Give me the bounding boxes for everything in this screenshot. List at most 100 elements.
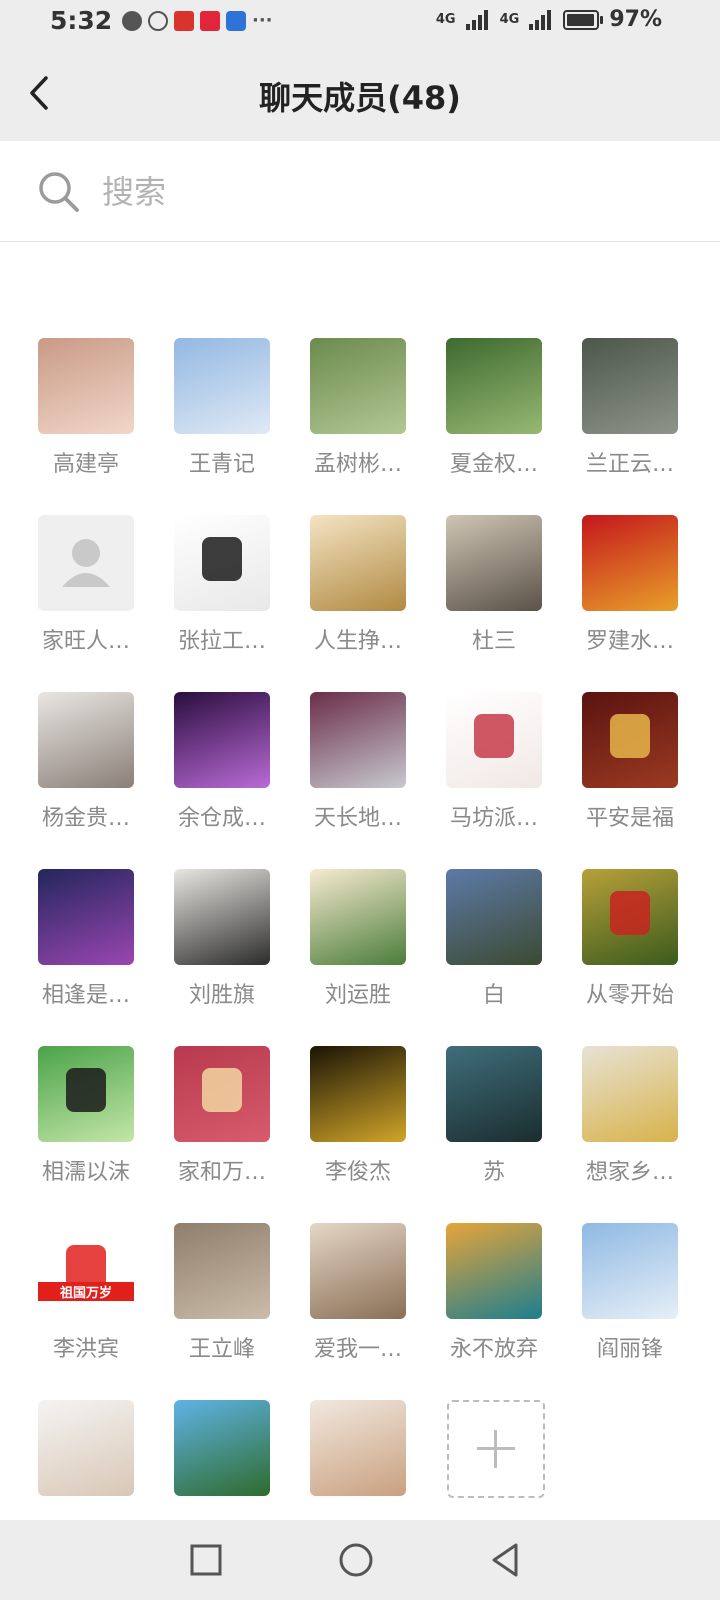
member-item[interactable] xyxy=(18,1400,154,1496)
member-avatar[interactable] xyxy=(582,1046,678,1142)
member-avatar[interactable] xyxy=(38,1400,134,1496)
member-avatar[interactable] xyxy=(582,338,678,434)
member-name: 苏 xyxy=(482,1160,505,1185)
member-item[interactable]: 人生挣… xyxy=(290,515,426,655)
member-avatar[interactable] xyxy=(38,869,134,965)
member-avatar[interactable] xyxy=(174,515,270,611)
member-item[interactable]: 孟树彬… xyxy=(290,338,426,478)
member-item[interactable]: 杨金贵… xyxy=(18,692,154,832)
member-item[interactable]: 爱我一… xyxy=(290,1223,426,1363)
avatar-decoration xyxy=(474,714,514,758)
battery-percent: 97% xyxy=(609,7,662,32)
member-avatar[interactable] xyxy=(446,692,542,788)
member-item[interactable]: 王青记 xyxy=(154,338,290,478)
member-name: 杨金贵… xyxy=(41,806,130,831)
member-item[interactable]: 高建亭 xyxy=(18,338,154,478)
member-item[interactable]: 家和万… xyxy=(154,1046,290,1186)
member-item[interactable]: 刘胜旗 xyxy=(154,869,290,1009)
member-item[interactable]: 相濡以沫 xyxy=(18,1046,154,1186)
chat-notification-icon xyxy=(122,10,142,31)
avatar-caption: 祖国万岁 xyxy=(38,1282,134,1301)
member-name: 马坊派… xyxy=(449,806,538,831)
member-item[interactable]: 从零开始 xyxy=(562,869,698,1009)
member-avatar[interactable] xyxy=(310,1046,406,1142)
member-name: 杜三 xyxy=(471,629,516,654)
square-icon xyxy=(190,1544,222,1576)
member-avatar[interactable] xyxy=(582,1223,678,1319)
member-item[interactable]: 余仓成… xyxy=(154,692,290,832)
member-avatar[interactable] xyxy=(310,869,406,965)
member-item[interactable]: 永不放弃 xyxy=(426,1223,562,1363)
member-name: 兰正云… xyxy=(585,452,674,477)
member-name: 王立峰 xyxy=(188,1337,255,1362)
member-avatar[interactable] xyxy=(38,515,134,611)
member-avatar[interactable] xyxy=(38,1046,134,1142)
more-notifications: ··· xyxy=(252,10,273,31)
member-avatar[interactable] xyxy=(310,1400,406,1496)
member-item[interactable]: 苏 xyxy=(426,1046,562,1186)
member-item[interactable] xyxy=(154,1400,290,1496)
member-avatar[interactable] xyxy=(582,869,678,965)
member-name: 余仓成… xyxy=(177,806,266,831)
member-avatar[interactable] xyxy=(310,692,406,788)
member-avatar[interactable] xyxy=(310,338,406,434)
member-item[interactable]: 祖国万岁 李洪宾 xyxy=(18,1223,154,1363)
network-type-2: 4G xyxy=(499,12,520,27)
member-item[interactable]: 张拉工… xyxy=(154,515,290,655)
member-avatar[interactable]: 祖国万岁 xyxy=(38,1223,134,1319)
member-item[interactable]: 李俊杰 xyxy=(290,1046,426,1186)
avatar-decoration xyxy=(202,537,242,581)
member-avatar[interactable] xyxy=(446,338,542,434)
member-avatar[interactable] xyxy=(174,1223,270,1319)
member-item[interactable]: 马坊派… xyxy=(426,692,562,832)
member-avatar[interactable] xyxy=(174,1400,270,1496)
default-avatar-icon xyxy=(62,539,110,587)
member-item[interactable]: 夏金权… xyxy=(426,338,562,478)
avatar-decoration xyxy=(610,891,650,935)
member-item[interactable]: 家旺人… xyxy=(18,515,154,655)
member-item[interactable]: 杜三 xyxy=(426,515,562,655)
member-avatar[interactable] xyxy=(582,515,678,611)
home-button[interactable] xyxy=(336,1540,376,1580)
member-avatar[interactable] xyxy=(446,515,542,611)
member-avatar[interactable] xyxy=(582,692,678,788)
notification-icons: ··· xyxy=(122,10,273,31)
member-item[interactable]: 罗建水… xyxy=(562,515,698,655)
member-item[interactable]: 白 xyxy=(426,869,562,1009)
member-avatar[interactable] xyxy=(446,869,542,965)
member-item[interactable]: 王立峰 xyxy=(154,1223,290,1363)
member-name: 从零开始 xyxy=(585,983,674,1008)
member-avatar[interactable] xyxy=(310,1223,406,1319)
member-name: 孟树彬… xyxy=(313,452,402,477)
member-item[interactable]: 天长地… xyxy=(290,692,426,832)
add-member-button[interactable] xyxy=(447,1400,545,1498)
member-name: 刘胜旗 xyxy=(188,983,255,1008)
member-name: 李俊杰 xyxy=(324,1160,391,1185)
member-avatar[interactable] xyxy=(446,1046,542,1142)
member-item[interactable]: 阎丽锋 xyxy=(562,1223,698,1363)
member-item[interactable]: 兰正云… xyxy=(562,338,698,478)
back-nav-button[interactable] xyxy=(486,1540,526,1580)
member-avatar[interactable] xyxy=(38,338,134,434)
member-avatar[interactable] xyxy=(174,1046,270,1142)
search-input[interactable] xyxy=(100,163,664,221)
member-name: 相濡以沫 xyxy=(41,1160,130,1185)
member-avatar[interactable] xyxy=(446,1223,542,1319)
member-avatar[interactable] xyxy=(174,338,270,434)
member-avatar[interactable] xyxy=(174,869,270,965)
recent-apps-button[interactable] xyxy=(186,1540,226,1580)
system-nav-bar xyxy=(0,1520,720,1600)
member-name: 张拉工… xyxy=(177,629,266,654)
member-item[interactable]: 相逢是… xyxy=(18,869,154,1009)
avatar-decoration xyxy=(66,1068,106,1112)
member-item[interactable]: 想家乡… xyxy=(562,1046,698,1186)
status-time: 5:32 xyxy=(50,6,113,35)
member-item[interactable]: 平安是福 xyxy=(562,692,698,832)
app-notification-icon xyxy=(226,10,246,31)
member-item[interactable] xyxy=(290,1400,426,1496)
member-avatar[interactable] xyxy=(174,692,270,788)
member-avatar[interactable] xyxy=(310,515,406,611)
member-name: 王青记 xyxy=(188,452,255,477)
member-avatar[interactable] xyxy=(38,692,134,788)
member-item[interactable]: 刘运胜 xyxy=(290,869,426,1009)
